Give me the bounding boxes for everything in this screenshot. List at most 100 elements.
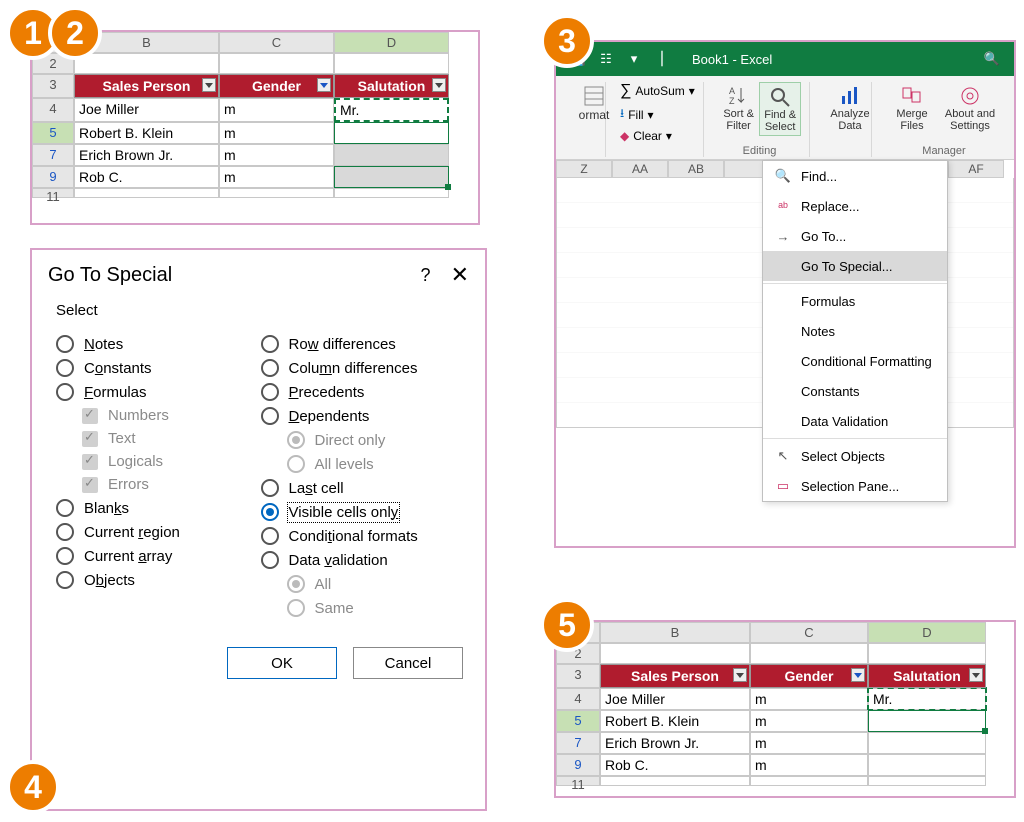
th-salutation[interactable]: Salutation [334,74,449,98]
cell[interactable] [74,188,219,198]
row-header[interactable]: 4 [32,98,74,122]
opt-current-region[interactable]: Current region [56,523,257,541]
opt-row-diff[interactable]: Row differences [261,335,462,353]
ok-button[interactable]: OK [227,647,337,679]
menu-replace[interactable]: ᵃᵇReplace... [763,191,947,221]
opt-data-validation[interactable]: Data validation [261,551,462,569]
col-header-c[interactable]: C [750,622,868,643]
cell[interactable]: m [219,144,334,166]
menu-constants[interactable]: Constants [763,376,947,406]
merge-files-button[interactable]: Merge Files [886,82,938,134]
search-icon[interactable]: 🔍 [981,48,1003,70]
menu-selection-pane[interactable]: ▭Selection Pane... [763,471,947,501]
cell-selected[interactable] [334,166,449,188]
cell-selected[interactable] [334,122,449,144]
opt-last-cell[interactable]: Last cell [261,479,462,497]
row-header[interactable]: 7 [556,732,600,754]
cell[interactable]: m [219,122,334,144]
cell[interactable] [868,754,986,776]
cell[interactable] [868,732,986,754]
row-header[interactable]: 9 [556,754,600,776]
opt-current-array[interactable]: Current array [56,547,257,565]
opt-dependents[interactable]: Dependents [261,407,462,425]
menu-notes[interactable]: Notes [763,316,947,346]
menu-goto-special[interactable]: Go To Special... [763,251,947,281]
menu-select-objects[interactable]: ↖Select Objects [763,441,947,471]
cell[interactable]: Joe Miller [74,98,219,122]
cell-selected[interactable] [334,144,449,166]
opt-constants[interactable]: Constants [56,359,257,377]
filter-icon[interactable] [969,668,983,682]
menu-formulas[interactable]: Formulas [763,286,947,316]
cell[interactable]: m [750,732,868,754]
cell[interactable]: Robert B. Klein [600,710,750,732]
cell-copied[interactable]: Mr. [334,98,449,122]
th-gender[interactable]: Gender [219,74,334,98]
close-icon[interactable]: ✕ [451,262,469,288]
cell[interactable]: m [219,166,334,188]
opt-visible-cells-only[interactable]: Visible cells only [261,503,462,521]
cell[interactable] [600,643,750,664]
row-header[interactable]: 11 [556,776,600,786]
fill-button[interactable]: ⭳Fill ▾ [620,104,654,125]
cell[interactable] [750,643,868,664]
cell-copied[interactable]: Mr. [868,688,986,710]
cell[interactable] [334,53,449,74]
help-icon[interactable]: ? [421,265,431,286]
filter-icon[interactable] [733,668,747,682]
row-header[interactable]: 11 [32,188,74,198]
menu-find[interactable]: 🔍Find... [763,161,947,191]
th-salutation[interactable]: Salutation [868,664,986,688]
filter-icon[interactable] [317,78,331,92]
row-header[interactable]: 7 [32,144,74,166]
cell[interactable]: Rob C. [74,166,219,188]
menu-data-validation[interactable]: Data Validation [763,406,947,436]
cell[interactable]: m [750,710,868,732]
col-header[interactable]: AA [612,160,668,178]
clear-button[interactable]: ◆Clear ▾ [620,129,672,143]
col-header-c[interactable]: C [219,32,334,53]
row-header[interactable]: 5 [556,710,600,732]
col-header[interactable]: AF [948,160,1004,178]
cell[interactable]: m [750,688,868,710]
menu-cond-format[interactable]: Conditional Formatting [763,346,947,376]
th-sales-person[interactable]: Sales Person [600,664,750,688]
th-sales-person[interactable]: Sales Person [74,74,219,98]
filter-icon[interactable] [851,668,865,682]
col-header-d[interactable]: D [334,32,449,53]
cell[interactable]: m [219,98,334,122]
col-header-b[interactable]: B [600,622,750,643]
cell[interactable] [219,53,334,74]
cell[interactable]: Rob C. [600,754,750,776]
about-settings-button[interactable]: About and Settings [938,82,1002,134]
opt-precedents[interactable]: Precedents [261,383,462,401]
opt-conditional-formats[interactable]: Conditional formats [261,527,462,545]
opt-objects[interactable]: Objects [56,571,257,589]
row-header[interactable]: 5 [32,122,74,144]
cell[interactable]: Erich Brown Jr. [74,144,219,166]
cell[interactable] [750,776,868,786]
cancel-button[interactable]: Cancel [353,647,463,679]
th-gender[interactable]: Gender [750,664,868,688]
cell[interactable] [219,188,334,198]
opt-col-diff[interactable]: Column differences [261,359,462,377]
sort-filter-button[interactable]: AZ Sort & Filter [718,82,759,136]
col-header[interactable]: AB [668,160,724,178]
col-header-d[interactable]: D [868,622,986,643]
cell[interactable]: Robert B. Klein [74,122,219,144]
cell[interactable] [600,776,750,786]
cell[interactable] [74,53,219,74]
row-header[interactable]: 3 [556,664,600,688]
cell-selected[interactable] [868,710,986,732]
opt-formulas[interactable]: Formulas [56,383,257,401]
cell[interactable] [334,188,449,198]
row-header[interactable]: 9 [32,166,74,188]
quick-access-icon[interactable]: ☷ [595,48,617,70]
autosum-button[interactable]: ∑AutoSum ▾ [620,82,695,100]
col-header[interactable]: Z [556,160,612,178]
filter-icon[interactable] [432,78,446,92]
find-select-button[interactable]: Find & Select [759,82,801,136]
analyze-data-button[interactable]: Analyze Data [824,82,876,134]
cell[interactable] [868,776,986,786]
cell[interactable]: Joe Miller [600,688,750,710]
